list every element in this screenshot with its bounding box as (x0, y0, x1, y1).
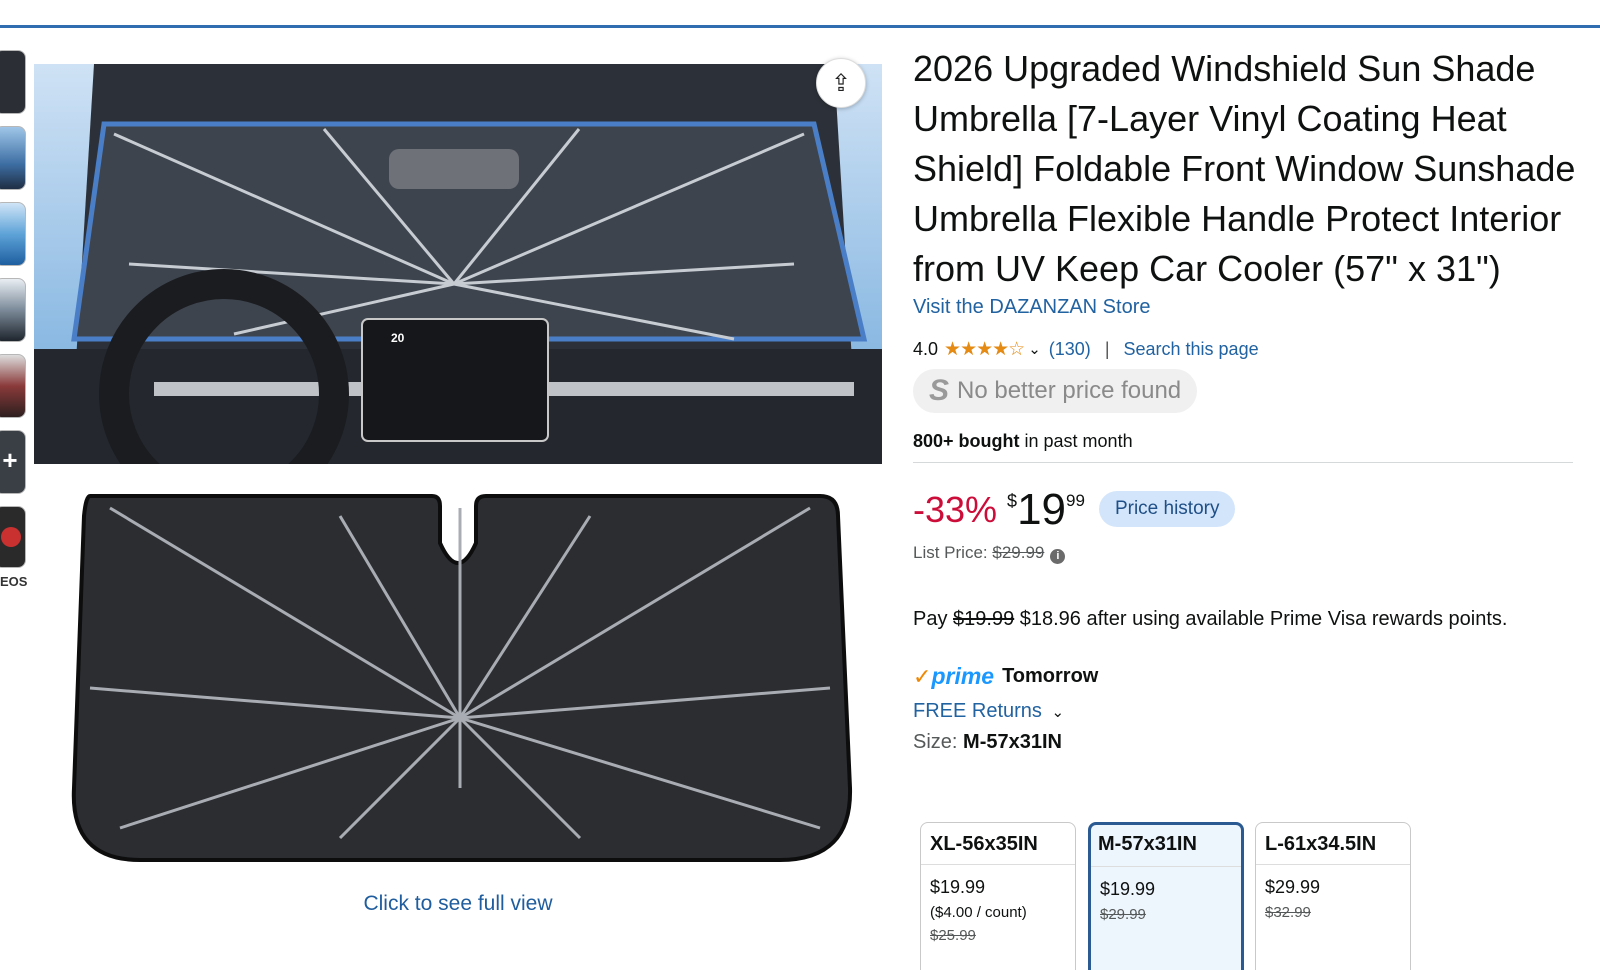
share-icon: ⇪ (830, 69, 852, 97)
tracker-logo-icon: S (929, 374, 950, 407)
bought-count: 800+ bought in past month (913, 431, 1583, 452)
size-option-price: $19.99 (1100, 879, 1156, 899)
product-title: 2026 Upgraded Windshield Sun Shade Umbre… (913, 48, 1576, 289)
pay-rest: $18.96 after using available Prime Visa … (1014, 608, 1508, 630)
no-better-price-text: No better price found (957, 377, 1182, 404)
rating-value: 4.0 (913, 338, 939, 359)
discount-percent: -33% (913, 489, 998, 530)
review-count-link[interactable]: (130) (1049, 339, 1091, 360)
size-option-name: XL-56x35IN (921, 823, 1075, 865)
thumbnail-3[interactable] (0, 202, 26, 266)
chevron-down-icon: ⌄ (1051, 704, 1065, 721)
size-option-list-price: $25.99 (930, 927, 976, 944)
prime-logo: prime (931, 663, 995, 689)
thumbnail-rail: + EOS (0, 50, 28, 589)
pay-prefix: Pay (913, 608, 954, 630)
price-currency: $ (1007, 491, 1018, 511)
delivery-day: Tomorrow (1002, 665, 1099, 687)
size-option-price: $29.99 (1265, 877, 1321, 897)
videos-label: EOS (0, 574, 28, 589)
info-icon[interactable]: i (1050, 549, 1066, 564)
divider (913, 462, 1573, 463)
prime-check-icon: ✓ (913, 663, 932, 689)
thumbnail-2[interactable] (0, 126, 26, 190)
size-label: Size: M-57x31IN (913, 731, 1583, 754)
price-cents: 99 (1066, 491, 1085, 510)
sunshade-illustration (71, 494, 853, 862)
thumbnail-4[interactable] (0, 278, 26, 342)
rewards-line: Pay $19.99 $18.96 after using available … (913, 608, 1583, 631)
size-option-unit: ($4.00 / count) (930, 904, 1027, 921)
video-thumbnail[interactable] (0, 506, 26, 568)
rating-row: 4.0 ★★★★☆ ⌄ (130) | Search this page (913, 337, 1583, 361)
size-option-l[interactable]: L-61x34.5IN $29.99 $32.99 (1255, 822, 1411, 970)
size-option-name: M-57x31IN (1091, 825, 1241, 867)
svg-text:20: 20 (391, 331, 405, 345)
size-option-price: $19.99 (930, 877, 986, 897)
bought-rest: in past month (1019, 431, 1133, 451)
star-rating-icon[interactable]: ★★★★☆ (944, 338, 1025, 361)
store-link[interactable]: Visit the DAZANZAN Store (913, 296, 1583, 319)
car-interior-illustration: 20 (34, 64, 882, 464)
share-button[interactable]: ⇪ (816, 58, 866, 108)
shade-product-image[interactable] (60, 488, 860, 878)
list-price-label: List Price: (913, 543, 993, 562)
list-price: List Price: $29.99 i (913, 543, 1583, 564)
free-returns-link[interactable]: FREE Returns ⌄ (913, 700, 1583, 723)
list-price-value: $29.99 (992, 543, 1045, 562)
full-view-link[interactable]: Click to see full view (300, 892, 616, 916)
size-option-list-price: $32.99 (1265, 904, 1311, 921)
size-option-m[interactable]: M-57x31IN $19.99 $29.99 (1088, 822, 1244, 970)
separator: | (1104, 338, 1110, 359)
size-label-text: Size: (913, 731, 964, 753)
thumbnail-5[interactable] (0, 354, 26, 418)
bought-bold: 800+ bought (913, 431, 1020, 451)
prime-delivery-row: ✓ prime Tomorrow (913, 663, 1583, 690)
price-history-button[interactable]: Price history (1098, 491, 1236, 527)
size-option-xl[interactable]: XL-56x35IN $19.99 ($4.00 / count) $25.99 (920, 822, 1076, 970)
more-images-button[interactable]: + (0, 430, 26, 494)
price-row: -33% $ 19 99 Price history (913, 487, 1583, 535)
size-option-name: L-61x34.5IN (1256, 823, 1410, 865)
size-option-list-price: $29.99 (1100, 906, 1146, 923)
product-details: 2026 Upgraded Windshield Sun Shade Umbre… (913, 44, 1583, 754)
thumbnail-1[interactable] (0, 50, 26, 114)
top-bar (0, 0, 1600, 28)
search-page-link[interactable]: Search this page (1124, 339, 1259, 360)
pay-strike-price: $19.99 (953, 608, 1015, 630)
size-selected-value: M-57x31IN (963, 731, 1062, 753)
price-dollars: 19 (1017, 485, 1067, 534)
free-returns-label: FREE Returns (913, 700, 1042, 722)
price-tracker-badge[interactable]: S No better price found (913, 369, 1198, 413)
chevron-down-icon[interactable]: ⌄ (1028, 340, 1041, 358)
main-product-image[interactable]: 20 (34, 64, 882, 464)
